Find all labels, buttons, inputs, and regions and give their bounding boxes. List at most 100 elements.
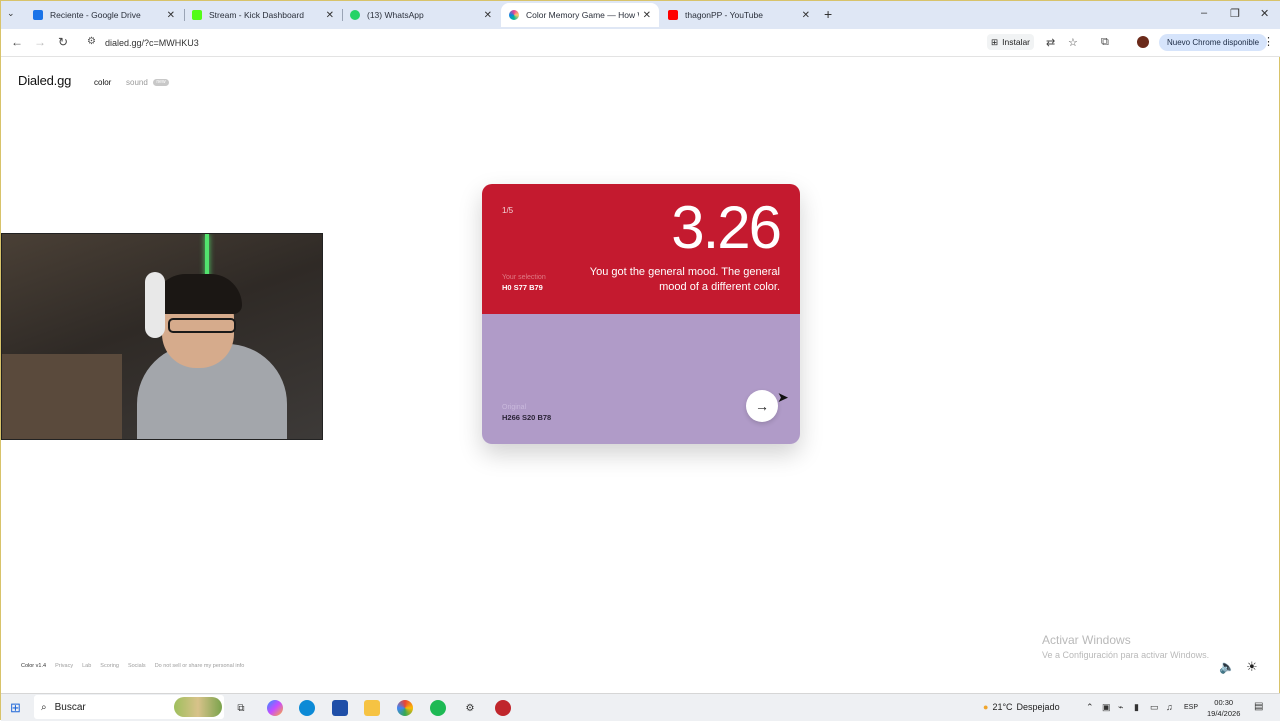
weather-widget[interactable]: ● 21°C Despejado	[983, 702, 1060, 712]
notifications-icon[interactable]: ▤	[1254, 701, 1263, 712]
chrome-update-button[interactable]: Nuevo Chrome disponible	[1159, 34, 1268, 51]
extensions-icon[interactable]: ⧉	[1101, 36, 1109, 49]
clock-time: 00:30	[1214, 698, 1234, 707]
profile-avatar[interactable]	[1137, 36, 1149, 48]
restore-icon[interactable]: ❐	[1230, 7, 1240, 20]
install-app-icon: ⊞	[991, 36, 999, 47]
windows-activation-title: Activar Windows	[1042, 633, 1131, 647]
settings-gear-icon[interactable]: ⚙	[462, 700, 478, 716]
edge-icon[interactable]	[299, 700, 315, 716]
tab-whatsapp[interactable]: (13) WhatsApp ✕	[342, 3, 500, 27]
search-placeholder: Buscar	[54, 701, 86, 713]
theme-toggle-icon[interactable]: ☀	[1246, 659, 1258, 675]
browser-window: ⌄ Reciente - Google Drive ✕ Stream - Kic…	[0, 0, 1280, 721]
footer-scoring-link[interactable]: Scoring	[100, 663, 119, 669]
close-icon[interactable]: ✕	[326, 10, 334, 21]
site-info-icon[interactable]: ⚙	[87, 36, 96, 47]
tray-device-icon[interactable]: ▭	[1150, 702, 1159, 713]
window-close-icon[interactable]: ✕	[1260, 7, 1269, 20]
tray-overflow-icon[interactable]: ⌃	[1086, 702, 1094, 713]
youtube-icon	[668, 10, 678, 20]
original-color-panel: Original H266 S20 B78 →	[482, 314, 800, 444]
system-clock[interactable]: 00:30 19/4/2026	[1207, 697, 1240, 719]
tab-title: (13) WhatsApp	[367, 10, 424, 20]
tab-title: Stream - Kick Dashboard	[209, 10, 304, 20]
color-wheel-icon	[509, 10, 519, 20]
url-bar[interactable]: dialed.gg/?c=MWHKU3	[105, 38, 199, 48]
webcam-overlay	[1, 233, 323, 440]
tab-title: Reciente - Google Drive	[50, 10, 141, 20]
spotify-icon[interactable]	[430, 700, 446, 716]
tab-color-memory-game[interactable]: Color Memory Game — How W ✕	[501, 3, 659, 27]
arrow-right-icon: →	[755, 398, 769, 414]
webcam-headphones	[145, 272, 165, 338]
bookmark-star-icon[interactable]: ☆	[1068, 36, 1078, 49]
webcam-person-hair	[154, 274, 242, 314]
obs-icon[interactable]	[495, 700, 511, 716]
site-footer: Color v1.4 Privacy Lab Scoring Socials D…	[21, 663, 244, 669]
score-value: 3.26	[671, 194, 782, 261]
selection-color-panel: 1/5 3.26 You got the general mood. The g…	[482, 184, 800, 314]
close-icon[interactable]: ✕	[484, 10, 492, 21]
microphone-icon[interactable]: ▮	[1134, 702, 1139, 713]
close-icon[interactable]: ✕	[167, 10, 175, 21]
more-menu-icon[interactable]: ⋮	[1263, 35, 1274, 48]
tab-title: thagonPP - YouTube	[685, 10, 763, 20]
round-progress: 1/5	[502, 206, 514, 215]
weather-sun-icon: ●	[983, 702, 989, 712]
whatsapp-icon	[350, 10, 360, 20]
close-icon[interactable]: ✕	[643, 10, 651, 21]
webcam-background	[2, 354, 122, 439]
windows-activation-subtitle: Ve a Configuración para activar Windows.	[1042, 650, 1210, 660]
forward-arrow-icon[interactable]: →	[34, 35, 46, 49]
tray-app-icon[interactable]: ▣	[1102, 702, 1111, 713]
selection-label: Your selection	[502, 274, 546, 281]
original-label: Original	[502, 404, 527, 411]
footer-socials-link[interactable]: Socials	[128, 663, 146, 669]
back-arrow-icon[interactable]: ←	[11, 35, 23, 49]
site-logo[interactable]: Dialed.gg	[18, 73, 71, 88]
volume-icon[interactable]: ♫	[1166, 702, 1173, 712]
search-highlight-image	[174, 697, 222, 717]
webcam-glasses	[168, 318, 236, 333]
task-view-icon[interactable]: ⧉	[233, 700, 249, 716]
kick-icon	[192, 10, 202, 20]
google-drive-icon	[33, 10, 43, 20]
weather-temperature: 21°C	[992, 702, 1013, 712]
nav-color-link[interactable]: color	[94, 78, 111, 87]
next-round-button[interactable]: →	[746, 390, 778, 422]
nav-sound-link[interactable]: sound	[126, 78, 148, 87]
tab-search-icon[interactable]: ⌄	[7, 8, 15, 19]
clock-date: 19/4/2026	[1207, 709, 1241, 718]
tab-google-drive[interactable]: Reciente - Google Drive ✕	[25, 3, 183, 27]
language-indicator[interactable]: ESP	[1184, 704, 1198, 711]
mouse-cursor-icon: ➤	[777, 389, 789, 405]
weather-description: Despejado	[1016, 702, 1060, 712]
selection-value: H0 S77 B79	[502, 283, 543, 292]
translate-icon[interactable]: ⇄	[1046, 36, 1055, 49]
search-icon: ⌕	[41, 701, 47, 713]
minimize-icon[interactable]: –	[1201, 7, 1207, 19]
copilot-icon[interactable]	[267, 700, 283, 716]
chrome-icon[interactable]	[397, 700, 413, 716]
tab-kick-dashboard[interactable]: Stream - Kick Dashboard ✕	[184, 3, 342, 27]
windows-start-icon[interactable]: ⊞	[10, 700, 21, 716]
close-icon[interactable]: ✕	[802, 10, 810, 21]
tray-network-icon[interactable]: ⌁	[1118, 702, 1123, 713]
sound-toggle-icon[interactable]: 🔈	[1219, 659, 1235, 675]
footer-privacy-link[interactable]: Privacy	[55, 663, 73, 669]
footer-lab-link[interactable]: Lab	[82, 663, 91, 669]
reload-icon[interactable]: ↻	[58, 35, 68, 49]
install-button[interactable]: ⊞ Instalar	[987, 34, 1034, 50]
store-icon[interactable]	[332, 700, 348, 716]
footer-version: Color v1.4	[21, 663, 47, 669]
tab-youtube[interactable]: thagonPP - YouTube ✕	[660, 3, 818, 27]
result-card: 1/5 3.26 You got the general mood. The g…	[482, 184, 800, 444]
file-explorer-icon[interactable]	[364, 700, 380, 716]
new-tab-button[interactable]: +	[824, 6, 832, 22]
feedback-text: You got the general mood. The general mo…	[589, 266, 780, 293]
install-label: Instalar	[1002, 37, 1030, 47]
footer-privacy-choices-link[interactable]: Do not sell or share my personal info	[155, 663, 245, 669]
original-value: H266 S20 B78	[502, 413, 552, 422]
new-badge: new	[153, 79, 169, 86]
